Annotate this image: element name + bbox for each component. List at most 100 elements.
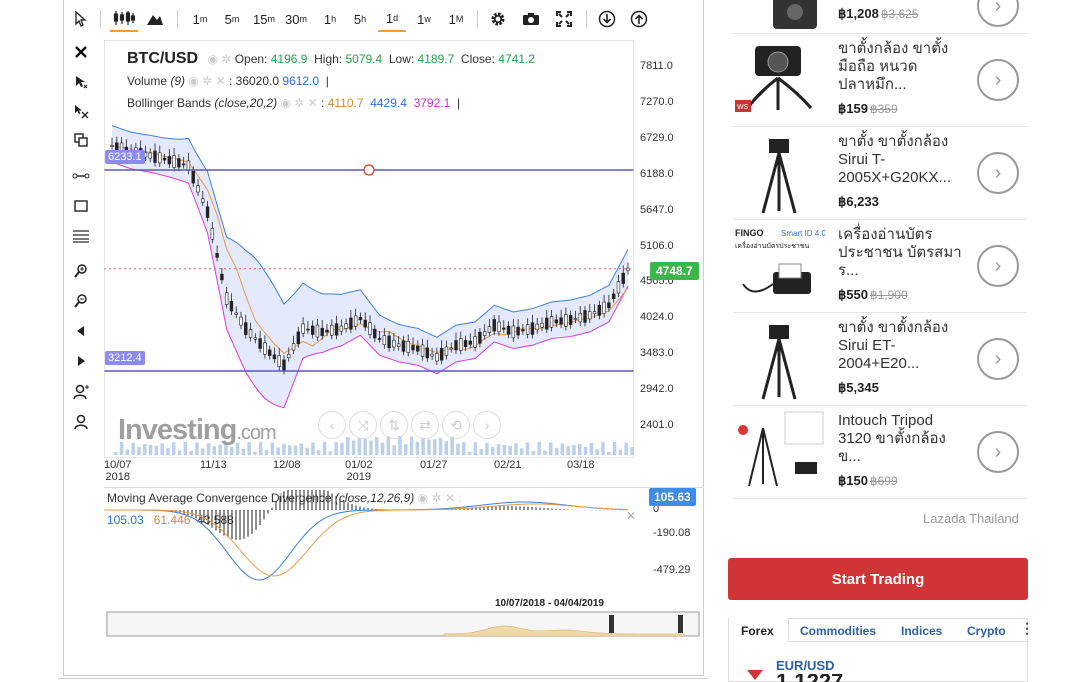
cursor-tool-icon[interactable] bbox=[70, 6, 92, 32]
macd-close-icon[interactable]: ✕ bbox=[626, 509, 636, 523]
candle bbox=[454, 340, 458, 351]
product-image[interactable]: FINGO Smart ID 4.0 เครื่องอ่านบัตรประชาชน bbox=[733, 224, 826, 308]
volume-bar bbox=[154, 445, 159, 455]
scroll-left-icon[interactable] bbox=[71, 321, 91, 341]
download-icon[interactable] bbox=[597, 6, 617, 32]
candle bbox=[416, 345, 420, 352]
mountain-chart-icon[interactable] bbox=[143, 6, 167, 32]
fullscreen-icon[interactable] bbox=[554, 6, 574, 32]
timeframe-5m[interactable]: 5m bbox=[218, 6, 246, 32]
product-card[interactable]: FINGO Smart ID 4.0 เครื่องอ่านบัตรประชาชน เ… bbox=[733, 220, 1027, 313]
candle bbox=[172, 155, 176, 168]
product-title[interactable]: ขาตั้งกล้อง ขาตั้งมือถือ หนวดปลาหมึก... bbox=[838, 40, 963, 94]
timeframe-1w[interactable]: 1w bbox=[410, 6, 438, 32]
chevron-right-icon[interactable]: › bbox=[977, 0, 1019, 27]
candle bbox=[449, 347, 453, 350]
timeframe-5h[interactable]: 5h bbox=[346, 6, 374, 32]
candle bbox=[482, 331, 487, 336]
rectangle-tool-icon[interactable] bbox=[71, 196, 91, 216]
user-alert-icon[interactable] bbox=[71, 412, 91, 432]
upload-icon[interactable] bbox=[629, 6, 649, 32]
product-card[interactable]: ฿1,208 ฿3,625 › bbox=[733, 0, 1027, 34]
candle bbox=[158, 152, 162, 164]
candle bbox=[439, 347, 444, 361]
product-title[interactable]: ขาตั้ง ขาตั้งกล้อง Sirui ET-2004+E20... bbox=[838, 319, 963, 373]
product-title[interactable]: ขาตั้ง ขาตั้งกล้อง Sirui T-2005X+G20KX..… bbox=[838, 133, 963, 187]
chart-nav-button[interactable]: ⇄ bbox=[411, 411, 439, 439]
product-image[interactable] bbox=[733, 317, 825, 401]
timeframe-1d[interactable]: 1d bbox=[378, 6, 406, 32]
fibonacci-tool-icon[interactable] bbox=[71, 226, 91, 246]
navigator-range: 10/07/2018 - 04/04/2019 bbox=[495, 598, 604, 609]
timeframe-1m[interactable]: 1m bbox=[186, 6, 214, 32]
tab-commodities[interactable]: Commodities bbox=[800, 624, 876, 638]
old-price: ฿699 bbox=[869, 474, 898, 488]
candle bbox=[478, 331, 482, 344]
volume-bar bbox=[253, 451, 257, 455]
start-trading-button[interactable]: Start Trading bbox=[728, 558, 1028, 600]
copy-icon[interactable] bbox=[71, 130, 91, 150]
chart-nav-button[interactable]: ⇅ bbox=[380, 411, 408, 439]
line-tool-icon[interactable] bbox=[71, 166, 91, 186]
timeframe-30m[interactable]: 30 m bbox=[282, 6, 310, 32]
tab-forex[interactable]: Forex bbox=[741, 624, 774, 638]
candle bbox=[435, 353, 439, 362]
candle bbox=[420, 344, 425, 357]
volume-bar bbox=[479, 449, 483, 455]
volume-bar bbox=[177, 450, 182, 455]
chevron-right-icon[interactable]: › bbox=[977, 245, 1019, 287]
candle bbox=[459, 338, 463, 351]
tab-indices[interactable]: Indices bbox=[901, 624, 942, 638]
chart-nav-button[interactable]: ⟲ bbox=[442, 411, 470, 439]
macd-chart[interactable] bbox=[104, 490, 634, 600]
pair-name[interactable]: EUR/USD bbox=[776, 658, 835, 673]
scroll-right-icon[interactable] bbox=[71, 351, 91, 371]
product-card[interactable]: Intouch Tripod 3120 ขาตั้งกล้อง ข... ฿150… bbox=[733, 406, 1027, 499]
timeframe-1h[interactable]: 1h bbox=[316, 6, 344, 32]
product-image[interactable] bbox=[733, 0, 825, 29]
navigator-left-handle[interactable] bbox=[609, 615, 614, 633]
candles-chart-icon[interactable] bbox=[110, 6, 138, 32]
product-card[interactable]: WS ขาตั้งกล้อง ขาตั้งมือถือ หนวดปลาหมึก..… bbox=[733, 34, 1027, 127]
chevron-right-icon[interactable]: › bbox=[977, 59, 1019, 101]
camera-icon[interactable] bbox=[520, 6, 542, 32]
volume-bar bbox=[114, 452, 118, 455]
chevron-right-icon[interactable]: › bbox=[977, 338, 1019, 380]
candle bbox=[186, 160, 191, 171]
product-title[interactable]: Intouch Tripod 3120 ขาตั้งกล้อง ข... bbox=[838, 412, 963, 466]
candle bbox=[525, 324, 530, 335]
price-chart[interactable] bbox=[104, 40, 634, 458]
volume-bar bbox=[467, 451, 472, 455]
chart-nav-button[interactable]: ‹ bbox=[318, 411, 346, 439]
select-tool-icon[interactable] bbox=[71, 72, 91, 92]
chart-nav-button[interactable]: ⤨ bbox=[349, 411, 377, 439]
candle bbox=[492, 319, 496, 332]
timeframe-15m[interactable]: 15 m bbox=[250, 6, 278, 32]
navigator[interactable] bbox=[104, 610, 702, 638]
product-card[interactable]: ขาตั้ง ขาตั้งกล้อง Sirui T-2005X+G20KX..… bbox=[733, 127, 1027, 220]
chevron-right-icon[interactable]: › bbox=[977, 431, 1019, 473]
delete-tools-icon[interactable] bbox=[71, 101, 91, 121]
product-title[interactable]: เครื่องอ่านบัตรประชาชน บัตรสมาร... bbox=[838, 226, 963, 280]
product-image[interactable] bbox=[733, 410, 825, 494]
candle bbox=[506, 325, 511, 335]
more-tabs-icon[interactable]: ⋮ bbox=[1020, 620, 1034, 637]
close-icon[interactable] bbox=[71, 42, 91, 62]
volume-bar bbox=[607, 451, 611, 455]
candle bbox=[468, 340, 473, 345]
add-alert-icon[interactable] bbox=[71, 382, 91, 402]
chevron-right-icon[interactable]: › bbox=[977, 152, 1019, 194]
zoom-out-icon[interactable] bbox=[71, 291, 91, 311]
navigator-right-handle[interactable] bbox=[678, 615, 683, 633]
product-card[interactable]: ขาตั้ง ขาตั้งกล้อง Sirui ET-2004+E20... ฿… bbox=[733, 313, 1027, 406]
tab-crypto[interactable]: Crypto bbox=[967, 624, 1006, 638]
volume-bar bbox=[444, 441, 449, 455]
volume-bar bbox=[276, 447, 280, 455]
product-image[interactable] bbox=[733, 131, 825, 215]
product-image[interactable]: WS bbox=[733, 38, 825, 122]
settings-gear-icon[interactable] bbox=[488, 6, 508, 32]
timeframe-1M[interactable]: 1M bbox=[442, 6, 470, 32]
zoom-in-icon[interactable] bbox=[71, 261, 91, 281]
volume-bar bbox=[572, 444, 576, 455]
chart-nav-button[interactable]: › bbox=[473, 411, 501, 439]
